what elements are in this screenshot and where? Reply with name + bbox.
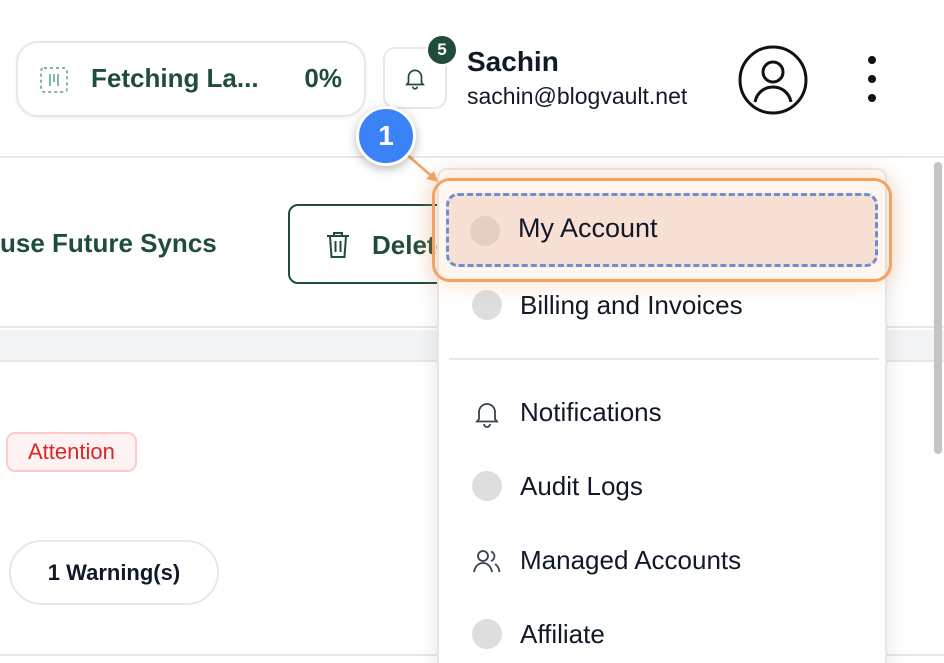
menu-item-label: Affiliate [520, 619, 605, 649]
attention-badge: Attention [6, 432, 137, 472]
bell-icon [475, 403, 499, 428]
menu-item-affiliate[interactable]: Affiliate [449, 602, 879, 663]
warnings-pill[interactable]: 1 Warning(s) [9, 540, 219, 605]
scan-icon [40, 67, 68, 93]
trash-icon [327, 232, 349, 258]
menu-item-label: Notifications [520, 397, 662, 427]
menu-item-label: Billing and Invoices [520, 290, 743, 320]
scrollbar[interactable] [934, 162, 942, 454]
menu-item-my-account[interactable] [446, 193, 878, 267]
placeholder-icon [472, 619, 502, 649]
menu-item-billing[interactable]: Billing and Invoices [449, 273, 879, 337]
step-marker: 1 [356, 106, 416, 166]
menu-item-label: Managed Accounts [520, 545, 742, 575]
user-name: Sachin [467, 46, 559, 77]
menu-item-label: Audit Logs [520, 471, 643, 501]
fetch-status-percent: 0% [304, 63, 342, 93]
fetch-status-label: Fetching La... [91, 63, 259, 93]
menu-divider [449, 358, 879, 360]
menu-item-label: My Account [518, 213, 658, 243]
notification-count-badge: 5 [426, 34, 458, 66]
more-options-icon[interactable] [862, 56, 882, 102]
placeholder-icon [472, 471, 502, 501]
menu-item-managed-accounts[interactable]: Managed Accounts [449, 528, 879, 592]
users-icon [473, 550, 501, 573]
bell-icon [405, 69, 425, 90]
menu-item-audit-logs[interactable]: Audit Logs [449, 454, 879, 518]
placeholder-icon [472, 290, 502, 320]
menu-item-notifications[interactable]: Notifications [449, 380, 879, 444]
user-email: sachin@blogvault.net [467, 83, 688, 109]
pause-future-syncs-button[interactable]: use Future Syncs [0, 228, 217, 259]
top-bar: Fetching La... 0% 5 Sachin sachin@blogva… [0, 0, 944, 158]
placeholder-icon [470, 216, 500, 246]
avatar[interactable] [737, 44, 809, 116]
fetch-status-pill[interactable]: Fetching La... 0% [16, 41, 366, 117]
